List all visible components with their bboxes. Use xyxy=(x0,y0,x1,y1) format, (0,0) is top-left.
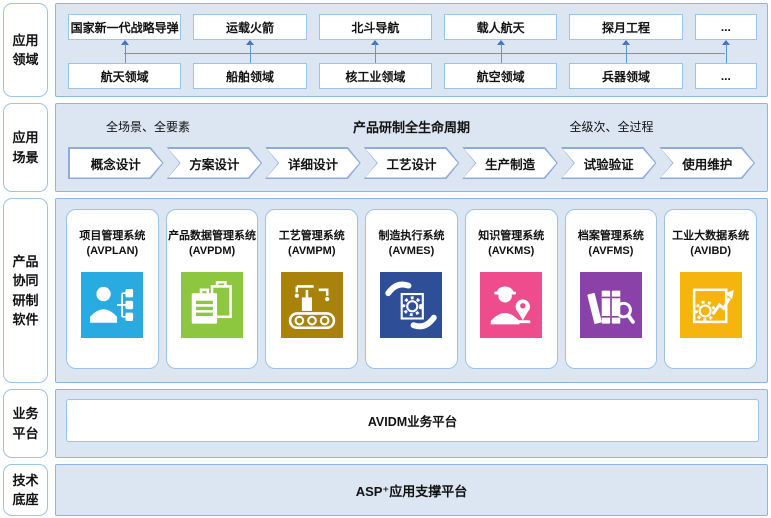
program-box: 北斗导航 xyxy=(319,14,432,40)
person-orgchart-icon xyxy=(81,272,143,338)
software-card-avplan: 项目管理系统 (AVPLAN) xyxy=(66,209,159,369)
program-box: 探月工程 xyxy=(569,14,682,40)
business-platform-section: AVIDM业务平台 xyxy=(55,389,768,458)
up-arrow-icon xyxy=(193,40,306,63)
stage-chevron: 试验验证 xyxy=(561,147,657,179)
field-box: 核工业领域 xyxy=(319,63,432,89)
software-card-avibd: 工业大数据系统 (AVIBD) xyxy=(664,209,757,369)
domain-column: 运载火箭 船舶领域 xyxy=(193,14,306,89)
stage-chevron: 方案设计 xyxy=(167,147,263,179)
program-box: 国家新一代战略导弹 xyxy=(68,14,181,40)
program-box: 运载火箭 xyxy=(193,14,306,40)
label-software-suite: 产品协同研制软件 xyxy=(3,198,48,383)
up-arrow-icon xyxy=(68,40,181,63)
stage-chevron: 生产制造 xyxy=(462,147,558,179)
books-magnifier-icon xyxy=(580,272,642,338)
up-arrow-icon xyxy=(444,40,557,63)
field-box: 航空领域 xyxy=(444,63,557,89)
up-arrow-icon xyxy=(695,40,757,63)
application-domains-section: 国家新一代战略导弹 航天领域 运载火箭 船舶领域 北斗导航 核工业领域 载人航天 xyxy=(55,3,768,97)
stage-chevron: 使用维护 xyxy=(659,147,755,179)
stage-chevron: 工艺设计 xyxy=(364,147,460,179)
domain-column: 载人航天 航空领域 xyxy=(444,14,557,89)
asp-platform-text: ASP⁺应用支撑平台 xyxy=(56,465,767,515)
software-suite-section: 项目管理系统 (AVPLAN) 产品数据管理系 xyxy=(55,198,768,383)
robot-conveyor-icon xyxy=(281,272,343,338)
engineer-pin-icon xyxy=(480,272,542,338)
label-application-scenarios: 应用场景 xyxy=(3,103,48,192)
row-technical-foundation: 技术底座 ASP⁺应用支撑平台 xyxy=(3,464,768,516)
domain-column: 探月工程 兵器领域 xyxy=(569,14,682,89)
up-arrow-icon xyxy=(319,40,432,63)
clipboard-icon xyxy=(181,272,243,338)
program-box-more: ... xyxy=(695,14,757,40)
architecture-diagram: 应用领域 国家新一代战略导弹 航天领域 运载火箭 船舶领域 北斗导航 核工业领域 xyxy=(0,0,771,518)
hands-gear-icon xyxy=(380,272,442,338)
lifecycle-title: 产品研制全生命周期 xyxy=(353,117,470,136)
lifecycle-stages: 概念设计 方案设计 详细设计 工艺设计 生产制造 试验验证 使用维护 xyxy=(68,147,755,179)
avidm-platform-box: AVIDM业务平台 xyxy=(66,399,759,442)
up-arrow-icon xyxy=(569,40,682,63)
field-box: 兵器领域 xyxy=(569,63,682,89)
software-card-avmpm: 工艺管理系统 (AVMPM) xyxy=(265,209,358,369)
software-card-avmes: 制造执行系统 (AVMES) xyxy=(365,209,458,369)
software-card-avpdm: 产品数据管理系统 (AVPDM) xyxy=(166,209,259,369)
field-box: 船舶领域 xyxy=(193,63,306,89)
domain-column-more: ... ... xyxy=(695,14,757,89)
software-card-avfms: 档案管理系统 (AVFMS) xyxy=(565,209,658,369)
domain-column: 北斗导航 核工业领域 xyxy=(319,14,432,89)
gear-chart-icon xyxy=(680,272,742,338)
label-application-domains: 应用领域 xyxy=(3,3,48,97)
row-application-domains: 应用领域 国家新一代战略导弹 航天领域 运载火箭 船舶领域 北斗导航 核工业领域 xyxy=(3,3,768,97)
stage-chevron: 详细设计 xyxy=(265,147,361,179)
label-business-platform: 业务平台 xyxy=(3,389,48,458)
field-box-more: ... xyxy=(695,63,757,89)
domain-column: 国家新一代战略导弹 航天领域 xyxy=(68,14,181,89)
row-application-scenarios: 应用场景 全场景、全要素 产品研制全生命周期 全级次、全过程 概念设计 方案设计… xyxy=(3,103,768,192)
program-box: 载人航天 xyxy=(444,14,557,40)
row-business-platform: 业务平台 AVIDM业务平台 xyxy=(3,389,768,458)
field-box: 航天领域 xyxy=(68,63,181,89)
scenario-left-note: 全场景、全要素 xyxy=(70,118,353,135)
stage-chevron: 概念设计 xyxy=(68,147,164,179)
software-card-avkms: 知识管理系统 (AVKMS) xyxy=(465,209,558,369)
label-technical-foundation: 技术底座 xyxy=(3,464,48,516)
technical-foundation-section: ASP⁺应用支撑平台 xyxy=(55,464,768,516)
application-scenarios-section: 全场景、全要素 产品研制全生命周期 全级次、全过程 概念设计 方案设计 详细设计… xyxy=(55,103,768,192)
scenario-right-note: 全级次、全过程 xyxy=(470,118,753,135)
row-software-suite: 产品协同研制软件 项目管理系统 (AVPLAN) xyxy=(3,198,768,383)
